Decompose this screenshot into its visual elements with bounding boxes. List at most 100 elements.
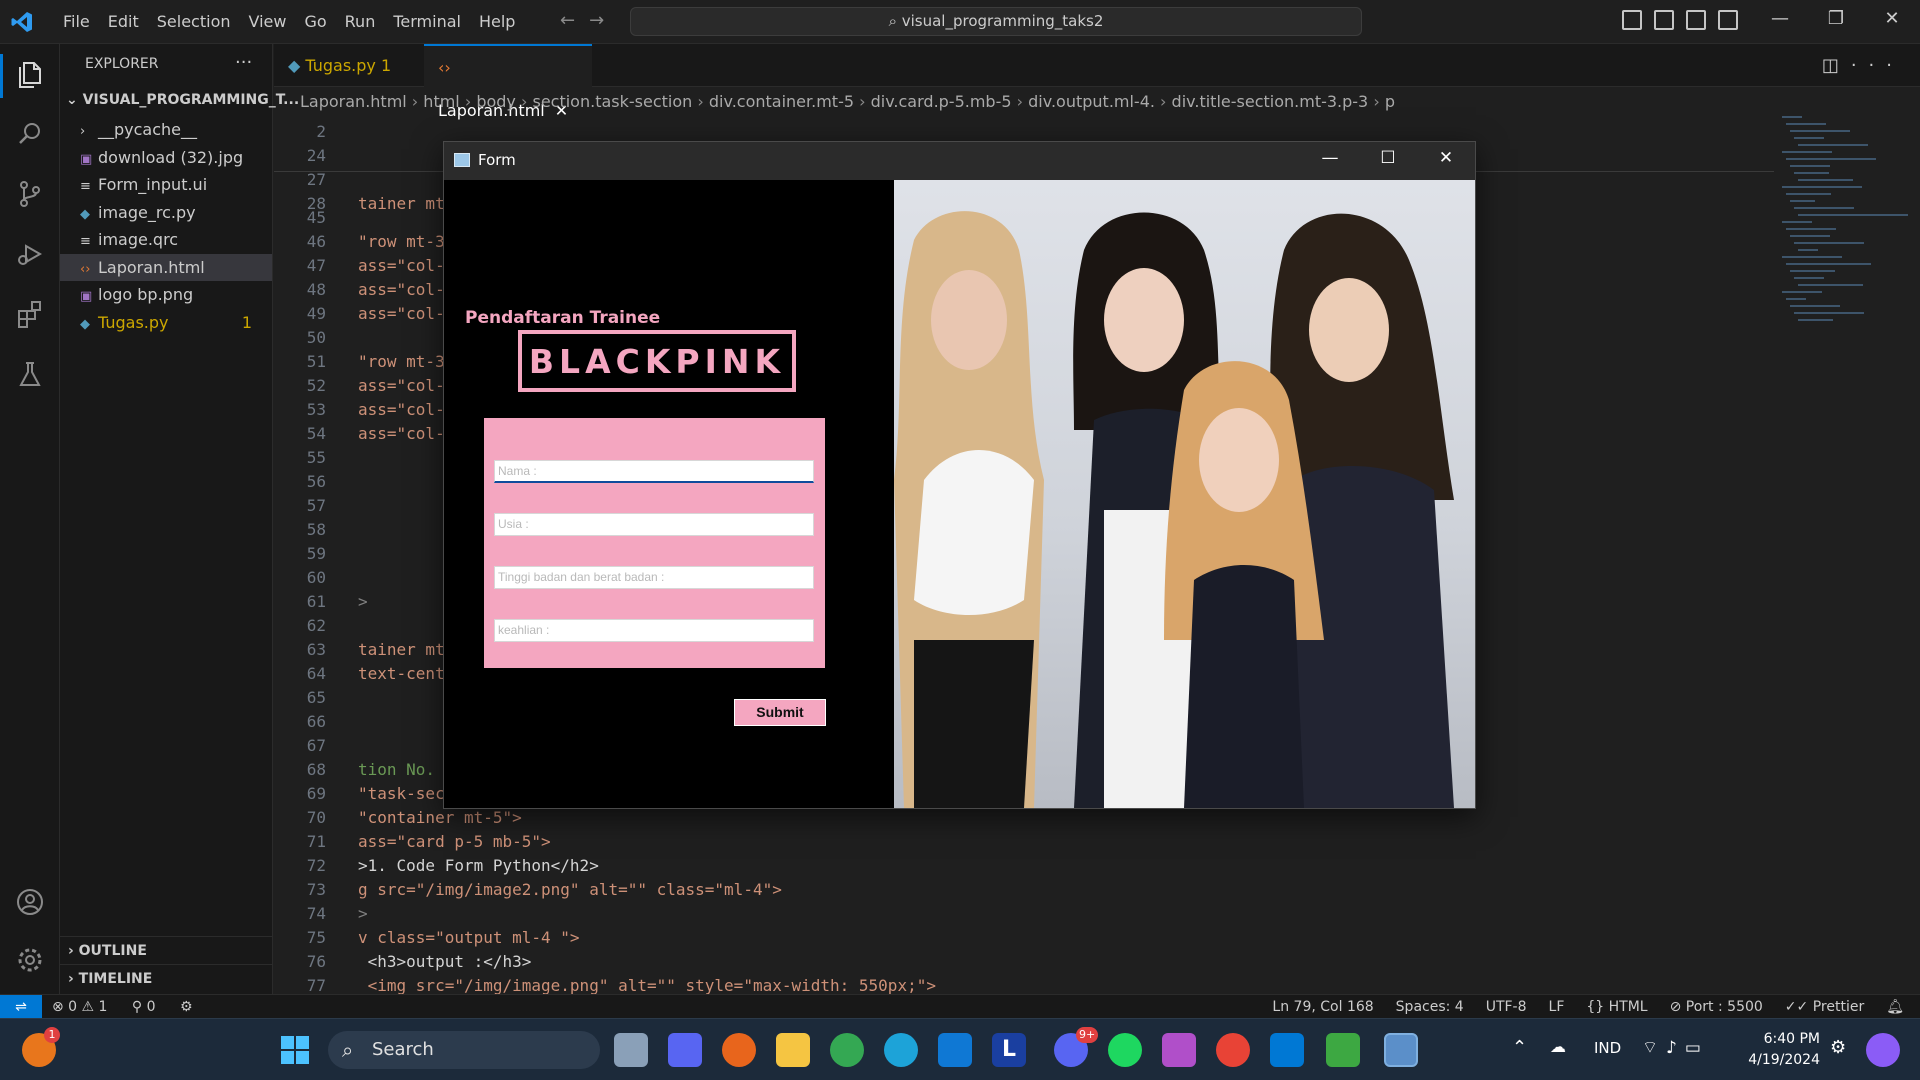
menu-edit[interactable]: Edit (99, 10, 148, 33)
nama-input[interactable]: Nama : (494, 460, 814, 483)
breadcrumb-item[interactable]: Laporan.html (300, 92, 418, 111)
file-item[interactable]: ◆ Tugas.py 1 (60, 309, 272, 337)
back-arrow-icon[interactable]: ← (560, 10, 589, 31)
tab-tugas-py[interactable]: ◆ Tugas.py 1 (274, 44, 424, 87)
toggle-secondary-sidebar-icon[interactable] (1686, 10, 1706, 30)
search-icon[interactable] (14, 118, 46, 150)
windows-start-icon[interactable] (278, 1033, 312, 1067)
tinggi-berat-input[interactable]: Tinggi badan dan berat badan : (494, 566, 814, 589)
breadcrumb-item[interactable]: div.container.mt-5 (709, 92, 866, 111)
file-item[interactable]: › __pycache__ (60, 116, 272, 144)
encoding[interactable]: UTF-8 (1486, 995, 1527, 1019)
remote-indicator-icon[interactable]: ⇌ (0, 995, 42, 1019)
command-center-search[interactable]: ⌕ visual_programming_taks2 (630, 7, 1362, 36)
breadcrumb-item[interactable]: div.output.ml-4. (1028, 92, 1166, 111)
taskbar-search[interactable]: ⌕ Search (328, 1031, 600, 1069)
git-app-icon[interactable] (1162, 1033, 1196, 1067)
toggle-primary-sidebar-icon[interactable] (1622, 10, 1642, 30)
file-explorer-icon[interactable] (776, 1033, 810, 1067)
breadcrumb-item[interactable]: body (476, 92, 527, 111)
ports-indicator[interactable]: ⚲ 0 (132, 999, 156, 1015)
close-icon[interactable]: ✕ (1864, 8, 1920, 29)
breadcrumb-item[interactable]: html (423, 92, 471, 111)
chevron-up-icon[interactable]: ⌃ (1512, 1037, 1527, 1058)
more-actions-icon[interactable]: ··· (1851, 55, 1904, 76)
python-form-icon[interactable] (1384, 1033, 1418, 1067)
prettier-status[interactable]: ✓✓ Prettier (1785, 995, 1864, 1019)
problems-indicator[interactable]: ⊗ 0 ⚠ 1 (52, 999, 107, 1015)
forward-arrow-icon[interactable]: → (589, 10, 618, 31)
breadcrumb-item[interactable]: p (1385, 92, 1395, 111)
minimap[interactable] (1782, 116, 1908, 356)
minimize-icon[interactable]: — (1301, 148, 1359, 168)
menu-help[interactable]: Help (470, 10, 524, 33)
menu-go[interactable]: Go (295, 10, 335, 33)
menu-selection[interactable]: Selection (148, 10, 240, 33)
vscode-icon[interactable] (1270, 1033, 1304, 1067)
cursor-position[interactable]: Ln 79, Col 168 (1272, 995, 1373, 1019)
qt-designer-icon[interactable] (1326, 1033, 1360, 1067)
split-editor-icon[interactable]: ◫ (1822, 55, 1851, 76)
tray-icons[interactable]: ⌔♪▭ (1642, 1037, 1709, 1058)
settings-gear-icon[interactable]: ⚙ (1830, 1037, 1846, 1058)
input-language[interactable]: IND (1594, 1039, 1621, 1057)
menu-file[interactable]: File (54, 10, 99, 33)
more-actions-icon[interactable]: ··· (235, 52, 252, 73)
copilot-icon[interactable] (1866, 1033, 1900, 1067)
spotify-icon[interactable] (1108, 1033, 1142, 1067)
clock[interactable]: 6:40 PM 4/19/2024 (1738, 1029, 1820, 1071)
file-item[interactable]: ≡ Form_input.ui (60, 171, 272, 199)
file-item[interactable]: ◆ image_rc.py (60, 199, 272, 227)
firefox-icon[interactable] (722, 1033, 756, 1067)
customize-layout-icon[interactable] (1718, 10, 1738, 30)
menu-run[interactable]: Run (336, 10, 385, 33)
file-item[interactable]: ▣ logo bp.png (60, 281, 272, 309)
live-server-port[interactable]: ⊘ Port : 5500 (1670, 995, 1763, 1019)
end-of-line[interactable]: LF (1549, 995, 1565, 1019)
notifications-bell-icon[interactable]: 🔔︎ (1886, 995, 1904, 1019)
minimize-icon[interactable]: — (1752, 8, 1808, 29)
chrome-icon[interactable] (830, 1033, 864, 1067)
chrome-profile-icon[interactable] (1216, 1033, 1250, 1067)
html-file-icon: ‹› (438, 58, 451, 77)
restore-icon[interactable]: ❐ (1808, 8, 1864, 29)
tab-laporan-html[interactable]: ‹› Laporan.html ✕ (424, 44, 592, 120)
line-number: 68 (306, 760, 326, 779)
task-view-icon[interactable] (614, 1033, 648, 1067)
maximize-icon[interactable]: ☐ (1359, 148, 1417, 168)
menu-view[interactable]: View (240, 10, 296, 33)
form-window-titlebar[interactable]: Form — ☐ ✕ (444, 142, 1475, 180)
debug-icon[interactable]: ⚙ (180, 999, 193, 1015)
toggle-panel-icon[interactable] (1654, 10, 1674, 30)
account-icon[interactable] (14, 886, 46, 918)
source-control-icon[interactable] (14, 178, 46, 210)
explorer-icon[interactable] (14, 58, 46, 90)
usia-input[interactable]: Usia : (494, 513, 814, 536)
cloud-offline-icon[interactable]: ☁ (1550, 1037, 1566, 1056)
submit-button[interactable]: Submit (734, 699, 826, 726)
l-app-icon[interactable]: L (992, 1033, 1026, 1067)
run-debug-icon[interactable] (14, 238, 46, 270)
breadcrumb-item[interactable]: div.title-section.mt-3.p-3 (1172, 92, 1380, 111)
timeline-section[interactable]: › TIMELINE (60, 964, 272, 992)
language-mode[interactable]: {} HTML (1586, 995, 1647, 1019)
outline-section[interactable]: › OUTLINE (60, 936, 272, 964)
edge-icon[interactable] (884, 1033, 918, 1067)
indentation[interactable]: Spaces: 4 (1396, 995, 1464, 1019)
menu-terminal[interactable]: Terminal (384, 10, 470, 33)
close-icon[interactable]: ✕ (1417, 148, 1475, 168)
file-item[interactable]: ≡ image.qrc (60, 226, 272, 254)
meet-icon[interactable] (668, 1033, 702, 1067)
settings-gear-icon[interactable] (14, 944, 46, 976)
minimap-line (1798, 249, 1818, 251)
file-item[interactable]: ‹› Laporan.html (60, 253, 272, 281)
minimap-line (1782, 221, 1812, 223)
breadcrumb-item[interactable]: section.task-section (532, 92, 703, 111)
breadcrumb-item[interactable]: div.card.p-5.mb-5 (871, 92, 1023, 111)
extensions-icon[interactable] (14, 298, 46, 330)
project-folder[interactable]: ⌄ VISUAL_PROGRAMMING_T... (66, 92, 299, 108)
file-item[interactable]: ▣ download (32).jpg (60, 144, 272, 172)
testing-icon[interactable] (14, 358, 46, 390)
mail-icon[interactable] (938, 1033, 972, 1067)
keahlian-input[interactable]: keahlian : (494, 619, 814, 642)
